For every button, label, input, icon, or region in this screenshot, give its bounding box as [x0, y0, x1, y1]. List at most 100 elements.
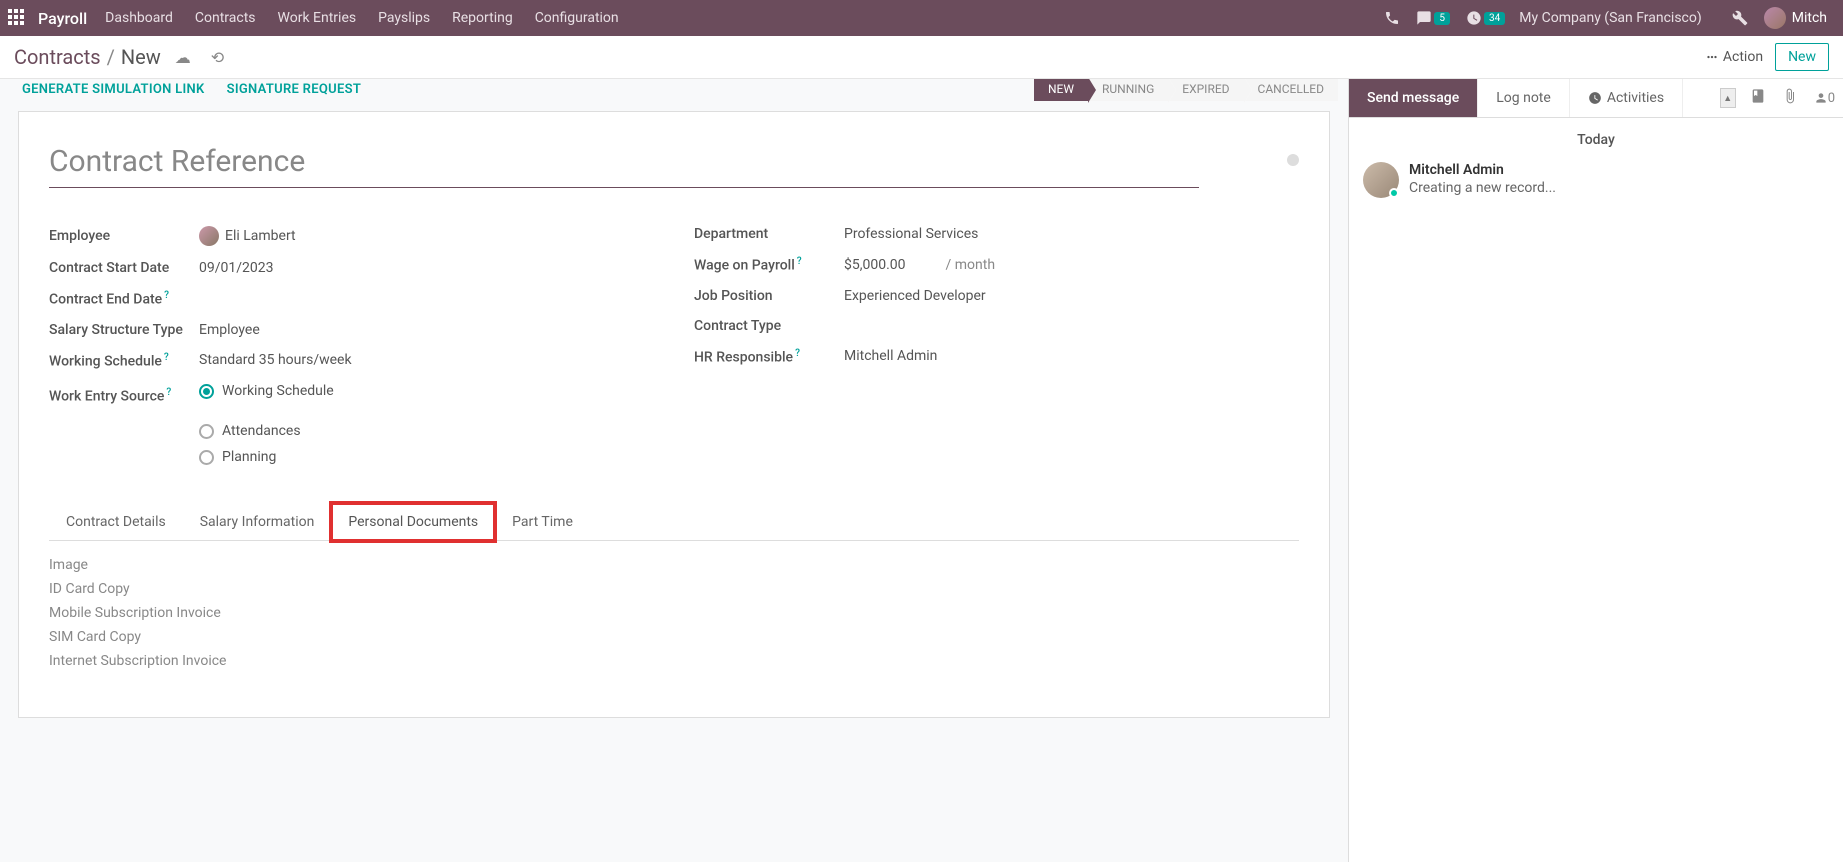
nav-contracts[interactable]: Contracts [195, 10, 256, 26]
status-expired[interactable]: EXPIRED [1168, 79, 1243, 101]
employee-field[interactable]: Eli Lambert [199, 226, 654, 246]
employee-label: Employee [49, 228, 199, 244]
tabs: Contract Details Salary Information Pers… [49, 503, 1299, 541]
nav-work-entries[interactable]: Work Entries [278, 10, 357, 26]
tab-contract-details[interactable]: Contract Details [49, 503, 183, 540]
company-selector[interactable]: My Company (San Francisco) [1519, 10, 1701, 26]
wage-unit: / month [946, 257, 996, 273]
content-area: GENERATE SIMULATION LINK SIGNATURE REQUE… [0, 79, 1348, 862]
presence-icon [1389, 188, 1399, 198]
generate-simulation-link[interactable]: GENERATE SIMULATION LINK [22, 82, 205, 97]
activities-icon[interactable]: 34 [1466, 10, 1505, 26]
radio-attendances[interactable]: Attendances [199, 423, 654, 439]
hr-responsible-field[interactable]: Mitchell Admin [844, 348, 1299, 364]
brand-label: Payroll [38, 9, 87, 28]
doc-id-card[interactable]: ID Card Copy [49, 581, 229, 597]
message-row: Mitchell Admin Creating a new record... [1363, 162, 1829, 198]
doc-image[interactable]: Image [49, 557, 229, 573]
kanban-status-dot[interactable] [1287, 154, 1299, 166]
status-cancelled[interactable]: CANCELLED [1244, 79, 1338, 101]
activities-badge: 34 [1484, 12, 1505, 25]
collapse-icon[interactable]: ▲ [1720, 88, 1736, 108]
form-card: Employee Eli Lambert Contract Start Date… [18, 111, 1330, 718]
book-icon[interactable] [1742, 88, 1774, 108]
help-icon[interactable]: ? [795, 348, 800, 359]
signature-request-link[interactable]: SIGNATURE REQUEST [227, 82, 362, 97]
schedule-label: Working Schedule? [49, 352, 199, 370]
top-nav: Payroll Dashboard Contracts Work Entries… [0, 0, 1843, 36]
breadcrumb-current: New [121, 45, 161, 69]
wage-field[interactable]: $5,000.00/ month [844, 257, 1299, 273]
tools-icon[interactable] [1732, 10, 1748, 26]
status-arrow: NEW RUNNING EXPIRED CANCELLED [1034, 79, 1338, 101]
send-message-button[interactable]: Send message [1349, 79, 1478, 117]
status-running[interactable]: RUNNING [1088, 79, 1168, 101]
message-area: Today Mitchell Admin Creating a new reco… [1349, 118, 1843, 212]
nav-configuration[interactable]: Configuration [535, 10, 619, 26]
apps-icon[interactable] [8, 9, 26, 27]
today-label: Today [1363, 132, 1829, 148]
followers-count: 0 [1828, 91, 1835, 106]
help-icon[interactable]: ? [797, 256, 802, 267]
messages-badge: 5 [1434, 12, 1450, 25]
nav-reporting[interactable]: Reporting [452, 10, 513, 26]
user-menu[interactable]: Mitch [1764, 7, 1827, 29]
doc-mobile-invoice[interactable]: Mobile Subscription Invoice [49, 605, 229, 621]
radio-planning[interactable]: Planning [199, 449, 654, 465]
message-text: Creating a new record... [1409, 180, 1556, 196]
radio-icon [199, 450, 214, 465]
nav-payslips[interactable]: Payslips [378, 10, 430, 26]
phone-icon[interactable] [1384, 10, 1400, 26]
log-note-button[interactable]: Log note [1478, 79, 1570, 117]
position-label: Job Position [694, 288, 844, 304]
department-field[interactable]: Professional Services [844, 226, 1299, 242]
wage-label: Wage on Payroll? [694, 256, 844, 274]
schedule-field[interactable]: Standard 35 hours/week [199, 352, 654, 368]
action-label: Action [1723, 49, 1763, 65]
contract-type-label: Contract Type [694, 318, 844, 334]
cloud-save-icon[interactable]: ☁ [175, 48, 191, 67]
tab-personal-documents[interactable]: Personal Documents [331, 503, 495, 541]
activities-button[interactable]: Activities [1570, 79, 1683, 117]
radio-icon [199, 384, 214, 399]
start-date-label: Contract Start Date [49, 260, 199, 276]
radio-working-schedule[interactable]: Working Schedule [199, 383, 334, 399]
attachment-icon[interactable] [1774, 88, 1806, 108]
action-button[interactable]: Action [1705, 49, 1763, 65]
user-name: Mitch [1792, 10, 1827, 26]
end-date-label: Contract End Date? [49, 290, 199, 308]
breadcrumb-sep: / [107, 45, 115, 69]
department-label: Department [694, 226, 844, 242]
tab-content: Image ID Card Copy Mobile Subscription I… [49, 541, 1299, 693]
radio-icon [199, 424, 214, 439]
breadcrumb-bar: Contracts / New ☁ ⟲ Action New [0, 36, 1843, 79]
tab-salary-information[interactable]: Salary Information [183, 503, 332, 540]
chatter-tabs: Send message Log note Activities ▲ 0 [1349, 79, 1843, 118]
doc-sim-card[interactable]: SIM Card Copy [49, 629, 229, 645]
position-field[interactable]: Experienced Developer [844, 288, 1299, 304]
followers-button[interactable]: 0 [1806, 90, 1843, 106]
structure-type-field[interactable]: Employee [199, 322, 654, 338]
action-status-row: GENERATE SIMULATION LINK SIGNATURE REQUE… [0, 79, 1348, 99]
employee-value: Eli Lambert [225, 228, 296, 244]
source-label: Work Entry Source? [49, 387, 199, 405]
contract-reference-input[interactable] [49, 136, 1199, 188]
doc-internet-invoice[interactable]: Internet Subscription Invoice [49, 653, 229, 669]
help-icon[interactable]: ? [166, 387, 171, 398]
structure-type-label: Salary Structure Type [49, 322, 199, 338]
nav-dashboard[interactable]: Dashboard [105, 10, 173, 26]
chatter-sidebar: Send message Log note Activities ▲ 0 Tod… [1348, 79, 1843, 862]
help-icon[interactable]: ? [164, 352, 169, 363]
undo-icon[interactable]: ⟲ [211, 48, 224, 67]
hr-responsible-label: HR Responsible? [694, 348, 844, 366]
tab-part-time[interactable]: Part Time [495, 503, 590, 540]
start-date-field[interactable]: 09/01/2023 [199, 260, 654, 276]
status-new[interactable]: NEW [1034, 79, 1088, 101]
messages-icon[interactable]: 5 [1416, 10, 1450, 26]
new-button[interactable]: New [1775, 43, 1829, 71]
help-icon[interactable]: ? [164, 290, 169, 301]
message-author[interactable]: Mitchell Admin [1409, 162, 1556, 178]
avatar-icon [1764, 7, 1786, 29]
breadcrumb-root[interactable]: Contracts [14, 45, 101, 69]
employee-avatar-icon [199, 226, 219, 246]
